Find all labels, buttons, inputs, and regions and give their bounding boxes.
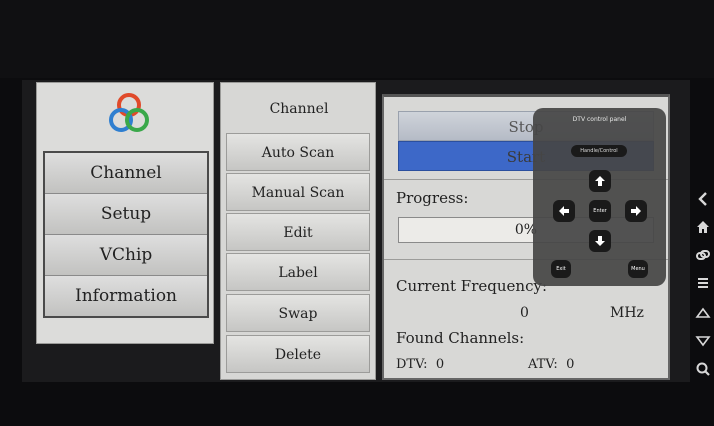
edit-button[interactable]: Edit: [226, 213, 370, 251]
back-button[interactable]: [694, 190, 712, 208]
system-nav-bar: [692, 180, 714, 392]
arrow-up-icon: [595, 176, 605, 186]
arrow-left-icon: [559, 206, 569, 216]
triangle-down-icon: [695, 336, 711, 347]
channel-submenu-panel: Channel Auto Scan Manual Scan Edit Label…: [220, 82, 376, 380]
menu-button[interactable]: Menu: [628, 260, 648, 278]
mode-toggle-button[interactable]: Handle/Control: [571, 145, 627, 157]
arrow-left-button[interactable]: [553, 200, 575, 222]
frequency-unit: MHz: [610, 305, 644, 321]
dtv-label: DTV:: [396, 357, 428, 372]
dtv-count: DTV: 0: [396, 357, 444, 372]
arrow-right-button[interactable]: [625, 200, 647, 222]
search-icon: [696, 362, 710, 376]
channel-submenu-title: Channel: [269, 101, 329, 117]
label-button[interactable]: Label: [226, 253, 370, 291]
menu-icon: [698, 278, 708, 288]
volume-down-button[interactable]: [694, 332, 712, 350]
menu-item-vchip[interactable]: VChip: [45, 235, 207, 276]
atv-value: 0: [566, 357, 575, 372]
back-icon: [698, 192, 707, 206]
progress-label: Progress:: [396, 189, 469, 207]
home-button[interactable]: [694, 218, 712, 236]
arrow-down-button[interactable]: [589, 230, 611, 252]
search-button[interactable]: [694, 360, 712, 378]
atv-label: ATV:: [528, 357, 558, 372]
home-icon: [697, 221, 709, 233]
current-frequency-label: Current Frequency:: [396, 277, 547, 295]
arrow-up-button[interactable]: [589, 170, 611, 192]
tri-ring-logo-icon: [109, 93, 149, 132]
atv-count: ATV: 0: [528, 357, 574, 372]
frequency-value: 0: [520, 305, 529, 321]
link-button[interactable]: [694, 246, 712, 264]
main-menu-list: Channel Setup VChip Information: [43, 151, 209, 318]
triangle-up-icon: [695, 307, 711, 318]
arrow-down-icon: [595, 236, 605, 246]
control-panel-title: DTV control panel: [572, 116, 627, 123]
screen-bezel-top: [0, 0, 714, 78]
volume-up-button[interactable]: [694, 304, 712, 322]
delete-button[interactable]: Delete: [226, 335, 370, 373]
link-icon: [696, 250, 710, 260]
dtv-value: 0: [435, 357, 445, 372]
exit-button[interactable]: Exit: [551, 260, 571, 278]
arrow-right-icon: [631, 206, 641, 216]
menu-item-information[interactable]: Information: [45, 276, 207, 316]
auto-scan-button[interactable]: Auto Scan: [226, 133, 370, 171]
dtv-control-panel: DTV control panel Handle/Control Enter E…: [533, 108, 666, 286]
enter-button[interactable]: Enter: [589, 200, 611, 222]
menu-item-setup[interactable]: Setup: [45, 194, 207, 235]
menu-item-channel[interactable]: Channel: [45, 153, 207, 194]
manual-scan-button[interactable]: Manual Scan: [226, 173, 370, 211]
main-menu-panel: Channel Setup VChip Information: [36, 82, 214, 344]
menu-nav-button[interactable]: [694, 274, 712, 292]
found-channels-label: Found Channels:: [396, 329, 525, 347]
swap-button[interactable]: Swap: [226, 294, 370, 332]
